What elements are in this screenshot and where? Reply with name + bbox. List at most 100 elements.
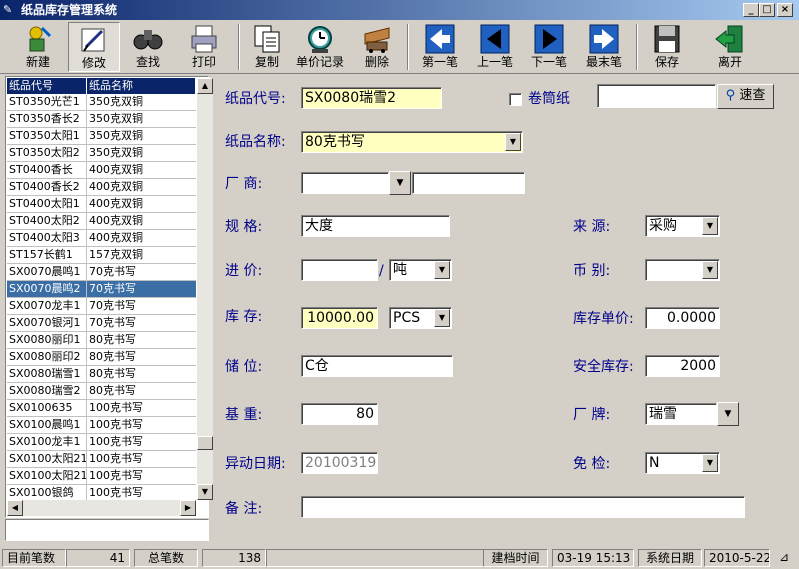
price-log-button[interactable]: 单价记录 [294,22,346,72]
list-item[interactable]: ST0400太阳1 400克双铜 [7,196,196,213]
chevron-down-icon[interactable]: ▼ [434,309,450,327]
find-button[interactable]: 查找 [122,22,174,72]
cost-unit-select[interactable]: 吨 ▼ [389,259,452,281]
list-rows: ST0350光芒1 350克双铜 ST0350香长2 350克双铜 ST0350太阳1 3… [7,94,196,500]
stock-input[interactable]: 10000.00 [301,307,378,329]
edit-button[interactable]: 修改 [68,22,120,72]
spec-input[interactable]: 大度 [301,215,450,237]
stock-unit-value: PCS [393,310,421,326]
inspect-value: N [649,455,660,471]
stock-price-input[interactable]: 0.0000 [645,307,720,329]
item-code-cell: SX0080瑞雪1 [7,366,87,382]
next-record-button[interactable]: 下一笔 [523,22,575,72]
item-name-cell: 70克书写 [89,316,136,329]
cost-input[interactable] [301,259,378,281]
list-item[interactable]: ST0350光芒1 350克双铜 [7,94,196,111]
edit-label: 修改 [81,56,106,70]
list-item[interactable]: SX0080丽印2 80克书写 [7,349,196,366]
list-item[interactable]: SX0100太阳21 100克书写 [7,451,196,468]
list-item[interactable]: SX0080瑞雪2 80克书写 [7,383,196,400]
last-label: 最末笔 [585,55,622,69]
list-item[interactable]: ST0400太阳3 400克双铜 [7,230,196,247]
safety-stock-input[interactable]: 2000 [645,355,720,377]
list-memo-field[interactable] [5,519,209,541]
item-list[interactable]: 纸品代号 纸品名称 ST0350光芒1 350克双铜 ST0350香长2 350克双铜… [5,76,213,518]
list-item[interactable]: ST0400太阳2 400克双铜 [7,213,196,230]
list-item[interactable]: SX0100龙丰1 100克书写 [7,434,196,451]
search-input[interactable] [597,84,716,108]
copy-button[interactable]: 复制 [241,22,293,72]
list-item[interactable]: ST0400香长2 400克双铜 [7,179,196,196]
vendor-name-input[interactable] [412,172,525,194]
delete-button[interactable]: 删除 [351,22,403,72]
maximize-button[interactable]: □ [759,3,775,17]
chevron-down-icon[interactable]: ▼ [505,133,521,151]
safety-stock-label: 安全库存: [573,359,634,375]
list-item[interactable]: SX0100太阳21i 100克书写 [7,468,196,485]
scroll-thumb[interactable] [197,436,213,450]
remark-input[interactable] [301,496,745,518]
list-item[interactable]: SX0070晨鸣1 70克书写 [7,264,196,281]
clock-icon [308,26,332,53]
inspect-select[interactable]: N ▼ [645,452,720,474]
name-select[interactable]: 80克书写 ▼ [301,131,523,153]
minimize-button[interactable]: _ [743,3,759,17]
list-item[interactable]: ST0350太阳1 350克双铜 [7,128,196,145]
title-bar: ✎ 纸品库存管理系统 _ □ × [0,0,799,20]
scroll-right-button[interactable]: ▶ [180,500,196,516]
roll-paper-checkbox[interactable] [509,93,522,106]
list-item[interactable]: SX0070龙丰1 70克书写 [7,298,196,315]
list-item[interactable]: SX0080丽印1 80克书写 [7,332,196,349]
location-input[interactable]: C仓 [301,355,453,377]
list-item[interactable]: ST0400香长 400克双铜 [7,162,196,179]
print-button[interactable]: 打印 [178,22,230,72]
exit-button[interactable]: 离开 [704,22,756,72]
column-header-name[interactable]: 纸品名称 [87,78,196,94]
column-header-code[interactable]: 纸品代号 [7,78,87,94]
list-item[interactable]: SX0100晨鸣1 100克书写 [7,417,196,434]
chevron-down-icon[interactable]: ▼ [702,217,718,235]
stock-price-label: 库存单价: [573,311,634,327]
list-item[interactable]: SX0100635 100克书写 [7,400,196,417]
brand-input[interactable]: 瑞雪 [645,403,717,425]
item-code-cell: SX0070龙丰1 [7,298,87,314]
brand-dropdown-button[interactable]: ▼ [717,402,739,426]
list-item[interactable]: ST157长鹤1 157克双铜 [7,247,196,264]
print-label: 打印 [191,55,216,69]
list-item[interactable]: SX0070银河1 70克书写 [7,315,196,332]
vendor-dropdown-button[interactable]: ▼ [389,171,411,195]
stock-label: 库 存: [225,309,263,325]
vertical-scrollbar[interactable]: ▲ ▼ [197,78,213,500]
close-button[interactable]: × [777,3,793,17]
list-item[interactable]: SX0080瑞雪1 80克书写 [7,366,196,383]
code-input[interactable]: SX0080瑞雪2 [301,87,442,109]
item-name-cell: 400克双铜 [89,197,143,210]
item-code-cell: SX0070晨鸣2 [7,281,87,297]
quick-search-button[interactable]: ⚲ 速查 [717,84,774,109]
basis-weight-input[interactable]: 80 [301,403,378,425]
horizontal-scrollbar[interactable]: ◀ ▶ [7,500,196,516]
source-select[interactable]: 采购 ▼ [645,215,720,237]
item-code-cell: SX0100太阳21i [9,468,87,484]
chevron-down-icon[interactable]: ▼ [702,454,718,472]
list-item[interactable]: SX0100银鸽 100克书写 [7,485,196,500]
currency-select[interactable]: ▼ [645,259,720,281]
scroll-down-button[interactable]: ▼ [197,484,213,500]
chevron-down-icon[interactable]: ▼ [702,261,718,279]
vendor-code-input[interactable] [301,172,389,194]
scroll-left-button[interactable]: ◀ [7,500,23,516]
chevron-down-icon[interactable]: ▼ [434,261,450,279]
first-record-button[interactable]: 第一笔 [414,22,466,72]
scroll-up-button[interactable]: ▲ [197,78,213,94]
stock-unit-select[interactable]: PCS ▼ [389,307,452,329]
list-item[interactable]: ST0350太阳2 350克双铜 [7,145,196,162]
new-button[interactable]: 新建 [12,22,64,72]
last-record-button[interactable]: 最末笔 [578,22,630,72]
item-code-cell: ST0400太阳1 [7,196,87,212]
list-item[interactable]: SX0070晨鸣2 70克书写 [7,281,196,298]
change-date-input[interactable]: 20100319 [301,452,378,474]
save-button[interactable]: 保存 [641,22,693,72]
list-item[interactable]: ST0350香长2 350克双铜 [7,111,196,128]
remark-label: 备 注: [225,501,263,517]
prev-record-button[interactable]: 上一笔 [469,22,521,72]
